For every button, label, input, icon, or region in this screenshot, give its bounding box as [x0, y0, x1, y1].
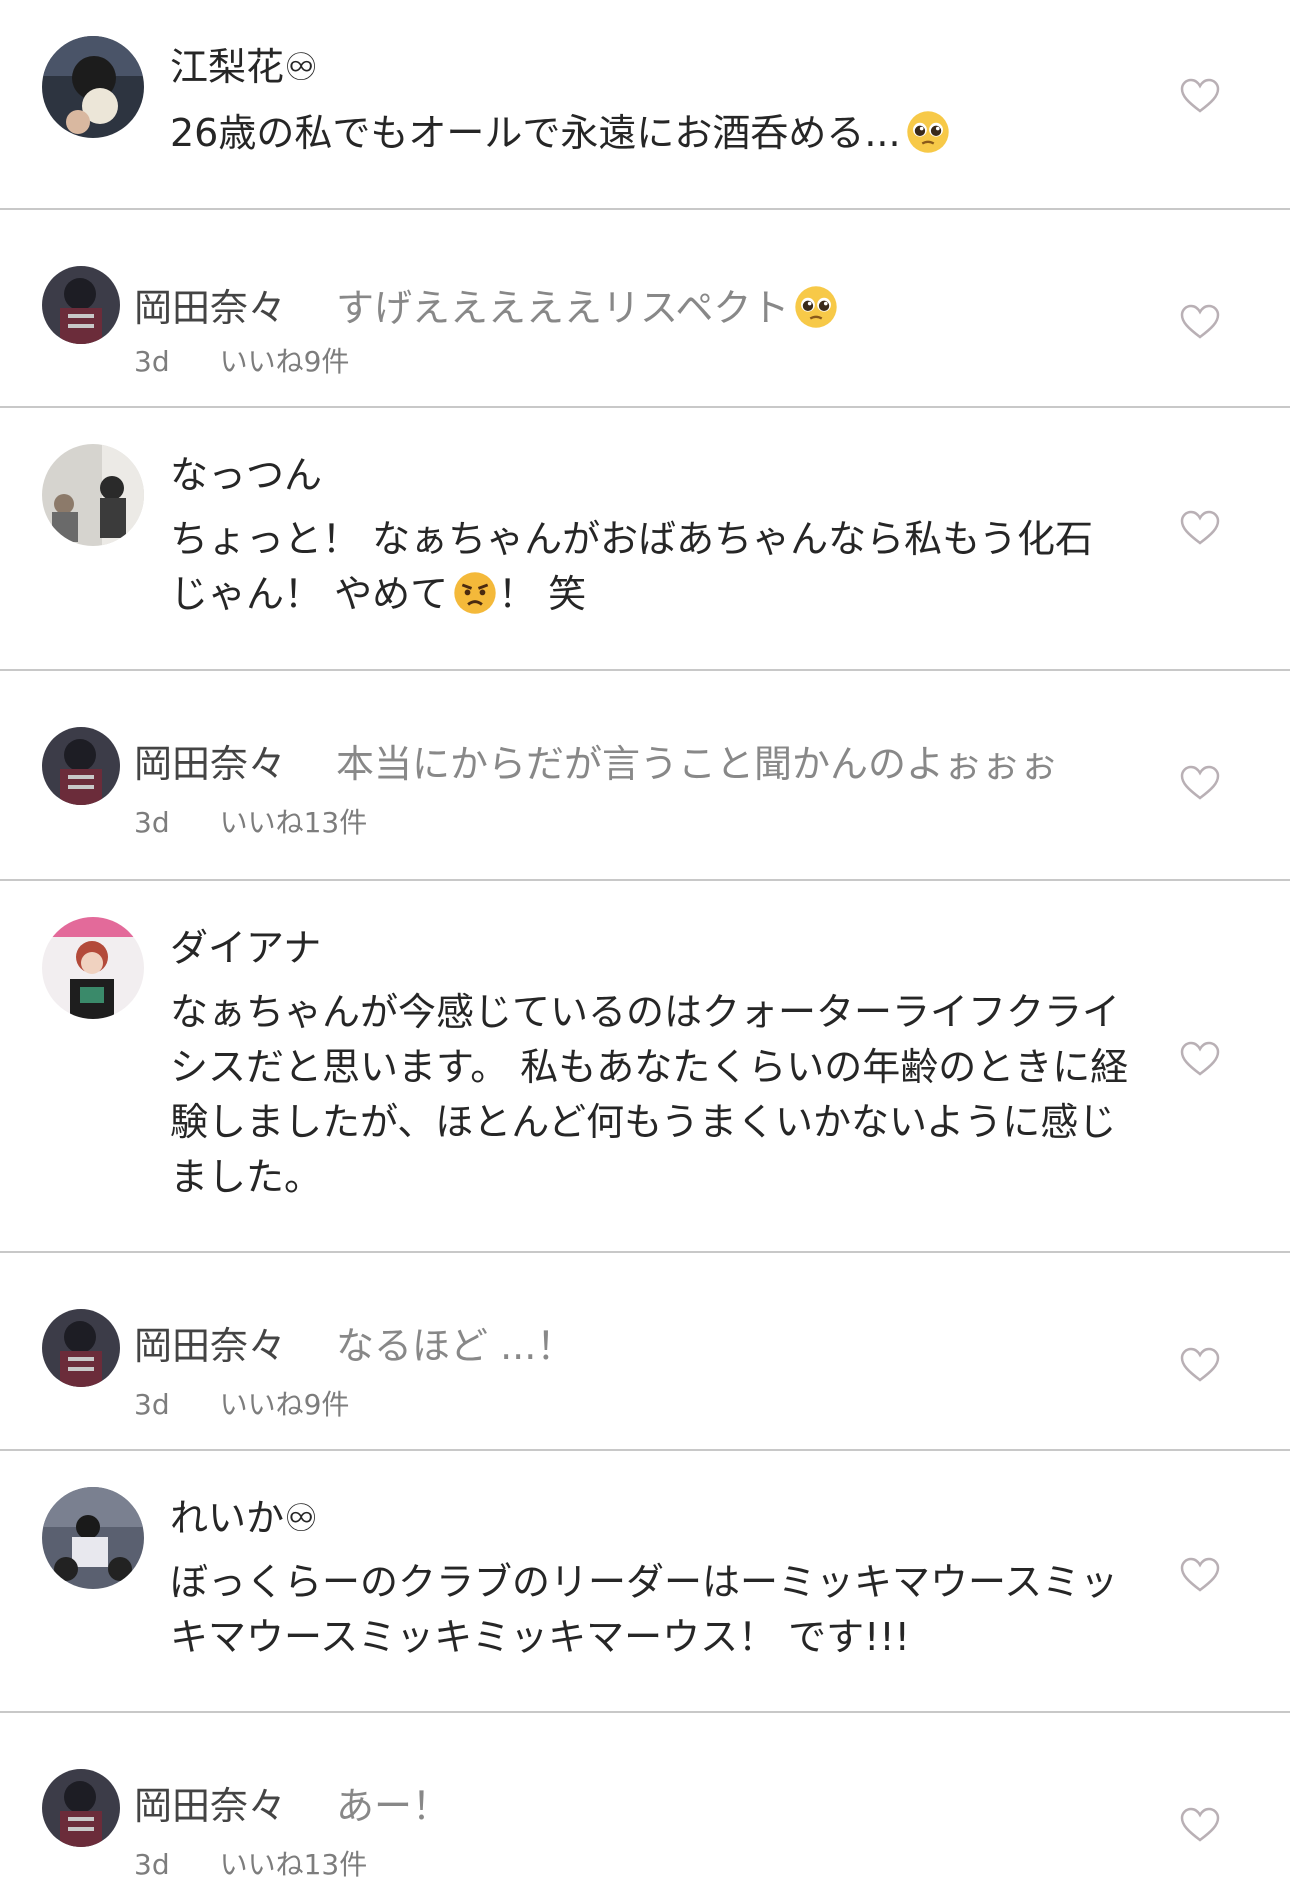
like-button[interactable] [1180, 1557, 1220, 1593]
comment-item: 江梨花♾ 26歳の私でもオールで永遠にお酒呑める... [0, 0, 1290, 210]
comment-author[interactable]: なっつん [170, 456, 322, 494]
avatar[interactable] [42, 1769, 120, 1847]
comment-item: なっつん ちょっと！ なぁちゃんがおばあちゃんなら私もう化石じゃん！ やめて！ … [0, 408, 1290, 671]
avatar[interactable] [42, 1309, 120, 1387]
heart-outline-icon [1180, 1347, 1220, 1382]
like-count[interactable]: いいね9件 [220, 1388, 350, 1421]
comment-author[interactable]: 江梨花♾ [170, 48, 318, 86]
heart-outline-icon [1180, 1557, 1220, 1592]
comment-item: ダイアナ なぁちゃんが今感じているのはクォーターライフクライシスだと思います。 … [0, 881, 1290, 1253]
reply-text: なるほど ...！ [336, 1324, 575, 1368]
timestamp: 3d [134, 1388, 170, 1421]
angry-face-emoji [454, 572, 496, 614]
comment-author[interactable]: れいか♾ [170, 1499, 318, 1537]
reply-meta: 3d いいね13件 [134, 1851, 367, 1879]
heart-outline-icon [1180, 510, 1220, 545]
reply-text: すげえええええリスペクト [336, 286, 790, 330]
like-count[interactable]: いいね13件 [220, 806, 368, 839]
avatar[interactable] [42, 36, 144, 138]
comment-text: ちょっと！ なぁちゃんがおばあちゃんなら私もう化石じゃん！ やめて！ 笑 [170, 517, 1093, 616]
timestamp: 3d [134, 1848, 170, 1881]
comment-text: ぼっくらーのクラブのリーダーはーミッキマウースミッキマウースミッキミッキマーウス… [170, 1560, 1119, 1659]
heart-outline-icon [1180, 1041, 1220, 1076]
comment-text: なぁちゃんが今感じているのはクォーターライフクライシスだと思います。 私もあなた… [170, 990, 1129, 1199]
timestamp: 3d [134, 806, 170, 839]
like-count[interactable]: いいね9件 [220, 345, 350, 378]
pleading-face-emoji [906, 111, 949, 153]
like-button[interactable] [1180, 765, 1220, 801]
reply-meta: 3d いいね9件 [134, 1391, 349, 1419]
heart-outline-icon [1180, 78, 1220, 113]
like-button[interactable] [1180, 1347, 1220, 1383]
avatar[interactable] [42, 917, 144, 1019]
like-button[interactable] [1180, 510, 1220, 546]
reply-text: 本当にからだが言うこと聞かんのよぉぉぉ [336, 742, 1059, 786]
timestamp: 3d [134, 345, 170, 378]
reply-author[interactable]: 岡田奈々 [134, 286, 286, 330]
like-button[interactable] [1180, 1041, 1220, 1077]
avatar[interactable] [42, 444, 144, 546]
heart-outline-icon [1180, 1807, 1220, 1842]
reply-line: 岡田奈々 なるほど ...！ [134, 1327, 574, 1365]
like-button[interactable] [1180, 1807, 1220, 1843]
reply-text: あー！ [336, 1784, 451, 1828]
reply-meta: 3d いいね9件 [134, 348, 349, 376]
reply-item: 岡田奈々 すげえええええリスペクト 3d いいね9件 [0, 210, 1290, 408]
like-button[interactable] [1180, 78, 1220, 114]
reply-item: 岡田奈々 なるほど ...！ 3d いいね9件 [0, 1253, 1290, 1451]
reply-line: 岡田奈々 あー！ [134, 1787, 450, 1825]
reply-author[interactable]: 岡田奈々 [134, 1784, 286, 1828]
avatar[interactable] [42, 266, 120, 344]
reply-author[interactable]: 岡田奈々 [134, 1324, 286, 1368]
like-count[interactable]: いいね13件 [220, 1848, 368, 1881]
avatar[interactable] [42, 727, 120, 805]
comment-author[interactable]: ダイアナ [170, 929, 321, 967]
heart-outline-icon [1180, 765, 1220, 800]
reply-item: 岡田奈々 本当にからだが言うこと聞かんのよぉぉぉ 3d いいね13件 [0, 671, 1290, 881]
heart-outline-icon [1180, 304, 1220, 339]
pleading-face-emoji [795, 286, 838, 328]
comment-item: れいか♾ ぼっくらーのクラブのリーダーはーミッキマウースミッキマウースミッキミッ… [0, 1451, 1290, 1713]
comment-text: 26歳の私でもオールで永遠にお酒呑める... [170, 106, 1130, 161]
reply-meta: 3d いいね13件 [134, 809, 367, 837]
reply-item: 岡田奈々 あー！ 3d いいね13件 [0, 1713, 1290, 1902]
like-button[interactable] [1180, 304, 1220, 340]
avatar[interactable] [42, 1487, 144, 1589]
reply-line: 岡田奈々 すげえええええリスペクト [134, 284, 839, 330]
comment-thread: 江梨花♾ 26歳の私でもオールで永遠にお酒呑める... 岡田奈々 すげえええええリ… [0, 0, 1290, 1902]
reply-author[interactable]: 岡田奈々 [134, 742, 286, 786]
reply-line: 岡田奈々 本当にからだが言うこと聞かんのよぉぉぉ [134, 745, 1058, 783]
